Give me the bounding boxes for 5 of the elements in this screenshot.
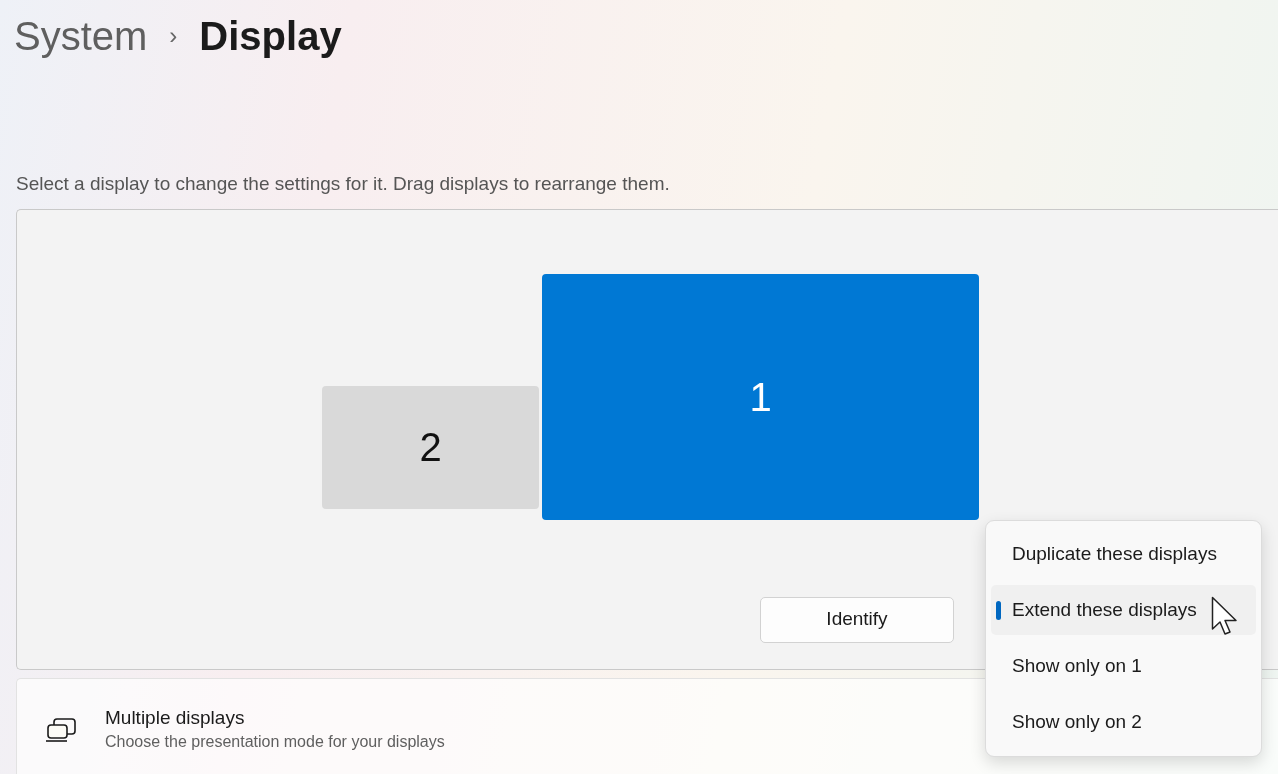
page-title: Display (199, 13, 342, 60)
setting-description: Choose the presentation mode for your displays (105, 731, 445, 752)
chevron-separator: › (169, 21, 178, 51)
setting-title: Multiple displays (105, 705, 246, 730)
instruction-text: Select a display to change the settings for it. Drag displays to rearrange them. (16, 172, 671, 196)
